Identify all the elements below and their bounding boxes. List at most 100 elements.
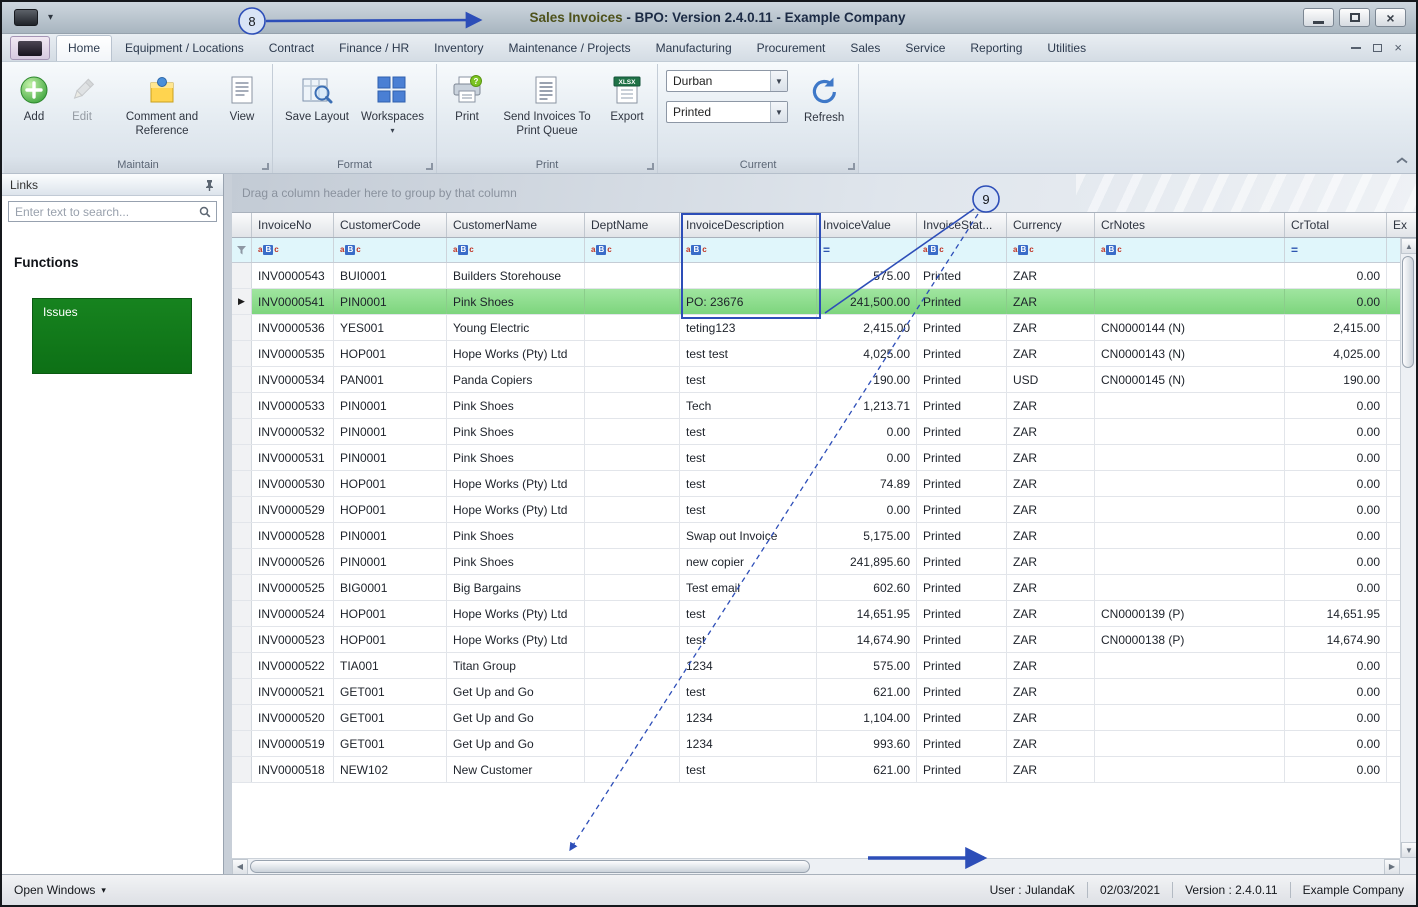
search-icon[interactable] bbox=[199, 206, 211, 218]
mdi-minimize-icon[interactable] bbox=[1351, 46, 1362, 49]
filter-cell-customercode[interactable]: aBc bbox=[334, 238, 447, 262]
column-header-invoicevalue[interactable]: InvoiceValue bbox=[817, 213, 917, 237]
comment-reference-button[interactable]: Comment and Reference bbox=[106, 69, 218, 142]
dialog-launcher-icon[interactable] bbox=[647, 163, 654, 170]
edit-button-label: Edit bbox=[72, 111, 92, 123]
vertical-scroll-thumb[interactable] bbox=[1402, 256, 1414, 368]
tab-home[interactable]: Home bbox=[56, 35, 113, 61]
column-header-deptname[interactable]: DeptName bbox=[585, 213, 680, 237]
export-button[interactable]: XLSX Export bbox=[603, 69, 651, 128]
tab-service[interactable]: Service bbox=[893, 35, 957, 61]
add-button[interactable]: Add bbox=[10, 69, 58, 128]
view-button[interactable]: View bbox=[218, 69, 266, 128]
table-row[interactable]: INV0000524 HOP001 Hope Works (Pty) Ltd test… bbox=[232, 601, 1416, 627]
minimize-button[interactable] bbox=[1303, 8, 1334, 27]
dialog-launcher-icon[interactable] bbox=[848, 163, 856, 170]
table-row[interactable]: INV0000525 BIG0001 Big Bargains Test email 6… bbox=[232, 575, 1416, 601]
print-button[interactable]: ? Print bbox=[443, 69, 491, 128]
quick-access-dropdown-icon[interactable]: ▾ bbox=[48, 12, 53, 23]
filter-cell-crtotal[interactable]: = bbox=[1285, 238, 1387, 262]
column-header-invoiceno[interactable]: InvoiceNo bbox=[252, 213, 334, 237]
column-header-customername[interactable]: CustomerName bbox=[447, 213, 585, 237]
column-header-invoicedescription[interactable]: InvoiceDescription bbox=[680, 213, 817, 237]
tab-procurement[interactable]: Procurement bbox=[745, 35, 838, 61]
table-row[interactable]: INV0000535 HOP001 Hope Works (Pty) Ltd test… bbox=[232, 341, 1416, 367]
application-menu-button[interactable] bbox=[10, 36, 50, 60]
table-row[interactable]: INV0000534 PAN001 Panda Copiers test 190.00 P… bbox=[232, 367, 1416, 393]
column-header-invoicestat[interactable]: InvoiceStat... bbox=[917, 213, 1007, 237]
column-header-crnotes[interactable]: CrNotes bbox=[1095, 213, 1285, 237]
tab-inventory[interactable]: Inventory bbox=[422, 35, 495, 61]
table-row[interactable]: INV0000532 PIN0001 Pink Shoes test 0.00 Print… bbox=[232, 419, 1416, 445]
filter-cell-crnotes[interactable]: aBc bbox=[1095, 238, 1285, 262]
table-row[interactable]: INV0000536 YES001 Young Electric teting123 2… bbox=[232, 315, 1416, 341]
chevron-down-icon: ▼ bbox=[770, 102, 787, 122]
column-header-crtotal[interactable]: CrTotal bbox=[1285, 213, 1387, 237]
table-row[interactable]: INV0000518 NEW102 New Customer test 621.00 Pr… bbox=[232, 757, 1416, 783]
tab-equipment-locations[interactable]: Equipment / Locations bbox=[113, 35, 256, 61]
dialog-launcher-icon[interactable] bbox=[426, 163, 433, 170]
issues-button[interactable]: Issues bbox=[32, 298, 192, 374]
scroll-up-icon[interactable]: ▲ bbox=[1401, 238, 1416, 254]
tab-utilities[interactable]: Utilities bbox=[1035, 35, 1098, 61]
restore-button[interactable] bbox=[1339, 8, 1370, 27]
abc-filter-icon: aBc bbox=[591, 245, 612, 255]
tab-reporting[interactable]: Reporting bbox=[958, 35, 1034, 61]
mdi-restore-icon[interactable] bbox=[1373, 43, 1383, 52]
table-row[interactable]: INV0000526 PIN0001 Pink Shoes new copier 241… bbox=[232, 549, 1416, 575]
collapse-ribbon-button[interactable] bbox=[1396, 154, 1408, 168]
group-by-bar[interactable]: Drag a column header here to group by th… bbox=[232, 174, 1416, 212]
tab-maintenance-projects[interactable]: Maintenance / Projects bbox=[497, 35, 643, 61]
tab-contract[interactable]: Contract bbox=[257, 35, 326, 61]
scroll-right-icon[interactable]: ▶ bbox=[1384, 858, 1400, 874]
refresh-button[interactable]: Refresh bbox=[798, 70, 850, 129]
table-row[interactable]: INV0000528 PIN0001 Pink Shoes Swap out Invo… bbox=[232, 523, 1416, 549]
filter-cell-customername[interactable]: aBc bbox=[447, 238, 585, 262]
pin-icon[interactable] bbox=[204, 179, 215, 191]
table-row[interactable]: ▶ INV0000541 PIN0001 Pink Shoes PO: 23676 241… bbox=[232, 289, 1416, 315]
table-row[interactable]: INV0000523 HOP001 Hope Works (Pty) Ltd test… bbox=[232, 627, 1416, 653]
filter-cell-invoiceno[interactable]: aBc bbox=[252, 238, 334, 262]
horizontal-scrollbar[interactable]: ◀ ▶ bbox=[232, 858, 1400, 874]
horizontal-scroll-thumb[interactable] bbox=[250, 860, 810, 873]
row-indicator bbox=[232, 731, 252, 756]
table-row[interactable]: INV0000521 GET001 Get Up and Go test 621.00 P… bbox=[232, 679, 1416, 705]
table-row[interactable]: INV0000530 HOP001 Hope Works (Pty) Ltd test… bbox=[232, 471, 1416, 497]
table-row[interactable]: INV0000529 HOP001 Hope Works (Pty) Ltd test… bbox=[232, 497, 1416, 523]
column-header-ex[interactable]: Ex bbox=[1387, 213, 1416, 237]
table-row[interactable]: INV0000522 TIA001 Titan Group 1234 575.00 Pri… bbox=[232, 653, 1416, 679]
filter-cell-deptname[interactable]: aBc bbox=[585, 238, 680, 262]
workspaces-button[interactable]: Workspaces ▾ bbox=[355, 69, 430, 138]
table-row[interactable]: INV0000543 BUI0001 Builders Storehouse 575.… bbox=[232, 263, 1416, 289]
ribbon: Add Edit Comment and Reference View Main… bbox=[2, 62, 1416, 174]
cell-customercode: HOP001 bbox=[334, 341, 447, 366]
search-input[interactable] bbox=[8, 201, 217, 222]
status-user: User : JulandaK bbox=[989, 883, 1076, 897]
tab-finance-hr[interactable]: Finance / HR bbox=[327, 35, 421, 61]
filter-cell-invoicedescription[interactable]: aBc bbox=[680, 238, 817, 262]
tab-manufacturing[interactable]: Manufacturing bbox=[644, 35, 744, 61]
edit-button[interactable]: Edit bbox=[58, 69, 106, 128]
table-row[interactable]: INV0000533 PIN0001 Pink Shoes Tech 1,213.71 P… bbox=[232, 393, 1416, 419]
send-invoices-queue-button[interactable]: Send Invoices To Print Queue bbox=[491, 69, 603, 142]
column-header-currency[interactable]: Currency bbox=[1007, 213, 1095, 237]
save-layout-button[interactable]: Save Layout bbox=[279, 69, 355, 128]
branch-dropdown[interactable]: Durban ▼ bbox=[666, 70, 788, 92]
tab-sales[interactable]: Sales bbox=[838, 35, 892, 61]
scroll-left-icon[interactable]: ◀ bbox=[232, 858, 248, 874]
mdi-close-icon[interactable]: × bbox=[1394, 41, 1402, 54]
dialog-launcher-icon[interactable] bbox=[262, 163, 269, 170]
scroll-down-icon[interactable]: ▼ bbox=[1401, 842, 1416, 858]
filter-cell-currency[interactable]: aBc bbox=[1007, 238, 1095, 262]
column-header-customercode[interactable]: CustomerCode bbox=[334, 213, 447, 237]
cell-crnotes bbox=[1095, 445, 1285, 470]
status-dropdown[interactable]: Printed ▼ bbox=[666, 101, 788, 123]
filter-cell-invoicevalue[interactable]: = bbox=[817, 238, 917, 262]
table-row[interactable]: INV0000519 GET001 Get Up and Go 1234 993.60 P… bbox=[232, 731, 1416, 757]
vertical-scrollbar[interactable]: ▲ ▼ bbox=[1400, 238, 1416, 858]
table-row[interactable]: INV0000520 GET001 Get Up and Go 1234 1,104.0… bbox=[232, 705, 1416, 731]
filter-cell-invoicestat[interactable]: aBc bbox=[917, 238, 1007, 262]
table-row[interactable]: INV0000531 PIN0001 Pink Shoes test 0.00 Print… bbox=[232, 445, 1416, 471]
close-button[interactable]: × bbox=[1375, 8, 1406, 27]
open-windows-button[interactable]: Open Windows ▾ bbox=[14, 883, 106, 897]
